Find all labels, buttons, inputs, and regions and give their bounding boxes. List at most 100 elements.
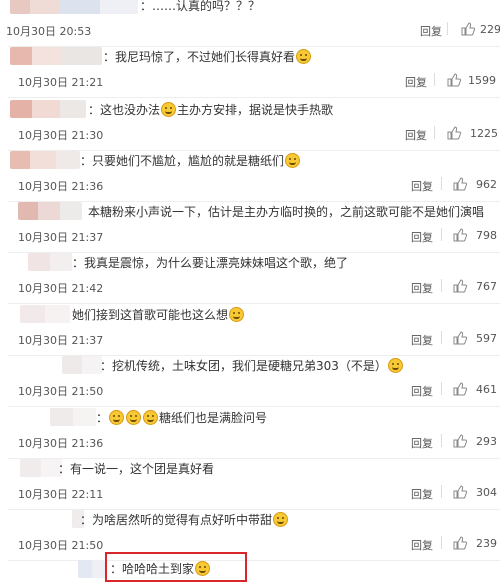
- reply-button[interactable]: 回复: [411, 280, 433, 296]
- avatar-nickname-blur[interactable]: [10, 47, 102, 65]
- comment-item: ：糖纸们也是满脸问号 10月30日 21:36 回复 293: [0, 408, 500, 459]
- like-count: 229: [480, 23, 500, 36]
- thumbs-up-icon[interactable]: [452, 227, 468, 243]
- comment-time: 10月30日 21:36: [18, 180, 104, 193]
- comment-time: 10月30日 21:50: [18, 539, 104, 552]
- thumbs-up-icon[interactable]: [446, 125, 462, 141]
- thumbs-up-icon[interactable]: [452, 330, 468, 346]
- reply-button[interactable]: 回复: [411, 537, 433, 553]
- divider: [434, 73, 435, 86]
- thumbs-up-icon[interactable]: [452, 176, 468, 192]
- thumbs-up-icon[interactable]: [452, 381, 468, 397]
- comment-time: 10月30日 20:53: [6, 25, 92, 38]
- divider: [447, 22, 448, 35]
- comment-item: 本糖粉来小声说一下，估计是主办方临时换的，之前这歌可能不是她们演唱 10月30日…: [0, 202, 500, 253]
- comment-item: ：挖机传统，土味女团，我们是硬糖兄弟303（不是） 10月30日 21:50 回…: [0, 356, 500, 407]
- comment-text: 本糖粉来小声说一下，估计是主办方临时换的，之前这歌可能不是她们演唱: [88, 205, 485, 219]
- avatar-nickname-blur[interactable]: [18, 202, 82, 220]
- comment-text: ：挖机传统，土味女团，我们是硬糖兄弟303（不是）: [100, 357, 404, 375]
- avatar-nickname-blur[interactable]: [10, 100, 86, 118]
- comment-text: ：我尼玛惊了，不过她们长得真好看: [103, 48, 312, 66]
- avatar-nickname-blur[interactable]: [10, 0, 138, 14]
- comment-text: ：糖纸们也是满脸问号: [96, 410, 268, 425]
- reply-button[interactable]: 回复: [411, 229, 433, 245]
- laughing-emoji-icon: [273, 512, 289, 527]
- like-count: 767: [476, 280, 497, 293]
- comment-item: ：这也没办法 主办方安排，据说是快手热歌 10月30日 21:30 回复 1225: [0, 100, 500, 151]
- laughing-emoji-icon: [109, 410, 125, 425]
- reply-button[interactable]: 回复: [411, 178, 433, 194]
- like-count: 798: [476, 229, 497, 242]
- comment-item: ：……认真的吗？？？ 10月30日 20:53 回复 229: [0, 0, 500, 47]
- reply-button[interactable]: 回复: [411, 383, 433, 399]
- comment-time: 10月30日 21:42: [18, 282, 104, 295]
- divider: [441, 382, 442, 395]
- comment-item: ：只要她们不尴尬，尴尬的就是糖纸们 10月30日 21:36 回复 962: [0, 151, 500, 202]
- laughing-emoji-icon: [143, 410, 159, 425]
- divider: [441, 536, 442, 549]
- comment-divider: [8, 406, 500, 407]
- thumbs-up-icon[interactable]: [452, 278, 468, 294]
- comment-item: ：我真是震惊，为什么要让漂亮妹妹唱这个歌，绝了 10月30日 21:42 回复 …: [0, 253, 500, 304]
- laughing-emoji-icon: [296, 49, 312, 64]
- comment-time: 10月30日 21:37: [18, 231, 104, 244]
- comment-item: ：为啥居然听的觉得有点好听中带甜 10月30日 21:50 回复 239: [0, 510, 500, 561]
- thumbs-up-icon[interactable]: [452, 535, 468, 551]
- comment-text: ：……认真的吗？？？: [140, 0, 261, 13]
- comment-time: 10月30日 21:21: [18, 76, 104, 89]
- divider: [441, 228, 442, 241]
- comment-divider: [8, 303, 500, 304]
- comment-time: 10月30日 21:30: [18, 129, 104, 142]
- like-count: 461: [476, 383, 497, 396]
- thumbs-up-icon[interactable]: [452, 433, 468, 449]
- highlighted-comment-text: ：哈哈哈土到家: [110, 560, 211, 578]
- laughing-emoji-icon: [387, 358, 403, 373]
- laughing-emoji-icon: [195, 561, 211, 576]
- divider: [434, 126, 435, 139]
- like-count: 1225: [470, 127, 498, 140]
- avatar-nickname-blur[interactable]: [62, 356, 102, 374]
- thumbs-up-icon[interactable]: [460, 21, 476, 37]
- reply-button[interactable]: 回复: [420, 23, 442, 39]
- avatar-nickname-blur[interactable]: [20, 459, 62, 477]
- divider: [441, 279, 442, 292]
- thumbs-up-icon[interactable]: [446, 72, 462, 88]
- comment-text: ：为啥居然听的觉得有点好听中带甜: [80, 511, 289, 529]
- avatar-nickname-blur[interactable]: [10, 151, 80, 169]
- like-count: 597: [476, 332, 497, 345]
- thumbs-up-icon[interactable]: [452, 484, 468, 500]
- avatar-nickname-blur[interactable]: [28, 253, 72, 271]
- like-count: 304: [476, 486, 497, 499]
- laughing-emoji-icon: [126, 410, 142, 425]
- comment-text: ：我真是震惊，为什么要让漂亮妹妹唱这个歌，绝了: [72, 256, 349, 270]
- laughing-emoji-icon: [161, 102, 177, 117]
- avatar-nickname-blur[interactable]: [50, 408, 96, 426]
- comment-item: ：我尼玛惊了，不过她们长得真好看 10月30日 21:21 回复 1599: [0, 47, 500, 98]
- comment-text: ：这也没办法 主办方安排，据说是快手热歌: [88, 102, 334, 117]
- comment-item: 她们接到这首歌可能也这么想 10月30日 21:37 回复 597: [0, 305, 500, 356]
- reply-button[interactable]: 回复: [405, 127, 427, 143]
- comment-divider: [8, 97, 500, 98]
- comment-text: ：只要她们不尴尬，尴尬的就是糖纸们: [80, 152, 301, 170]
- laughing-emoji-icon: [285, 153, 301, 168]
- reply-button[interactable]: 回复: [411, 486, 433, 502]
- avatar-nickname-blur[interactable]: [20, 305, 70, 323]
- reply-button[interactable]: 回复: [411, 435, 433, 451]
- comment-time: 10月30日 22:11: [18, 488, 104, 501]
- like-count: 293: [476, 435, 497, 448]
- like-count: 1599: [468, 74, 496, 87]
- divider: [441, 177, 442, 190]
- divider: [441, 434, 442, 447]
- like-count: 239: [476, 537, 497, 550]
- comment-text: 她们接到这首歌可能也这么想: [72, 306, 245, 324]
- comment-time: 10月30日 21:37: [18, 334, 104, 347]
- reply-button[interactable]: 回复: [411, 332, 433, 348]
- reply-button[interactable]: 回复: [405, 74, 427, 90]
- like-count: 962: [476, 178, 497, 191]
- avatar-nickname-blur[interactable]: [78, 560, 106, 578]
- comment-time: 10月30日 21:50: [18, 385, 104, 398]
- divider: [441, 485, 442, 498]
- comment-item: ：有一说一，这个团是真好看 10月30日 22:11 回复 304: [0, 459, 500, 510]
- divider: [441, 331, 442, 344]
- comment-time: 10月30日 21:36: [18, 437, 104, 450]
